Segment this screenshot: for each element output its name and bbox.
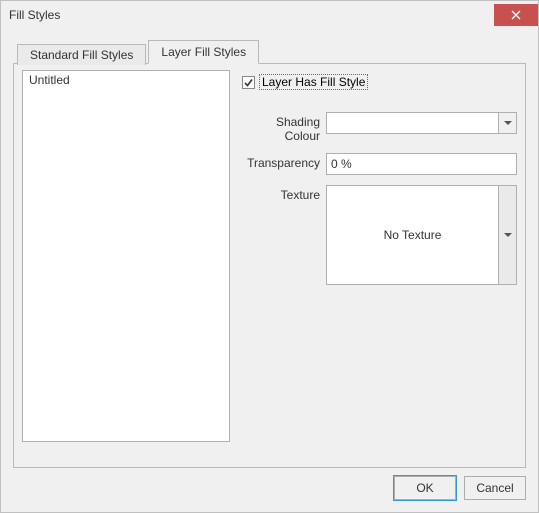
- has-fill-style-checkbox[interactable]: [242, 76, 255, 89]
- texture-preview-text: No Texture: [384, 228, 442, 242]
- chevron-down-icon: [504, 233, 512, 237]
- tab-layer-fill-styles[interactable]: Layer Fill Styles: [148, 40, 259, 64]
- list-item[interactable]: Untitled: [27, 73, 225, 87]
- shading-colour-label: Shading Colour: [240, 112, 326, 143]
- close-icon: [511, 10, 521, 20]
- dialog-buttons: OK Cancel: [13, 468, 526, 500]
- shading-colour-row: Shading Colour: [240, 112, 517, 143]
- shading-colour-dropdown-button[interactable]: [498, 113, 516, 133]
- styles-listbox[interactable]: Untitled: [22, 70, 230, 442]
- close-button[interactable]: [494, 4, 538, 26]
- tabstrip: Standard Fill Styles Layer Fill Styles: [17, 39, 526, 63]
- tab-label: Layer Fill Styles: [161, 45, 246, 59]
- button-label: Cancel: [476, 481, 513, 495]
- has-fill-style-label: Layer Has Fill Style: [259, 74, 368, 90]
- cancel-button[interactable]: Cancel: [464, 476, 526, 500]
- chevron-down-icon: [504, 121, 512, 125]
- tab-label: Standard Fill Styles: [30, 48, 133, 62]
- transparency-input[interactable]: [326, 153, 517, 175]
- dialog-window: Fill Styles Standard Fill Styles Layer F…: [0, 0, 539, 513]
- checkmark-icon: [243, 77, 254, 88]
- ok-button[interactable]: OK: [394, 476, 456, 500]
- dialog-content: Standard Fill Styles Layer Fill Styles U…: [1, 29, 538, 512]
- texture-dropdown-button[interactable]: [498, 186, 516, 284]
- button-label: OK: [416, 481, 433, 495]
- shading-colour-input[interactable]: [327, 113, 498, 133]
- tab-standard-fill-styles[interactable]: Standard Fill Styles: [17, 44, 146, 65]
- texture-label: Texture: [240, 185, 326, 202]
- transparency-row: Transparency: [240, 153, 517, 175]
- texture-row: Texture No Texture: [240, 185, 517, 285]
- titlebar: Fill Styles: [1, 1, 538, 29]
- dialog-title: Fill Styles: [9, 8, 60, 22]
- transparency-label: Transparency: [240, 153, 326, 170]
- properties-pane: Layer Has Fill Style Shading Colour: [240, 70, 517, 459]
- has-fill-style-row: Layer Has Fill Style: [242, 74, 517, 90]
- shading-colour-dropdown[interactable]: [326, 112, 517, 134]
- texture-picker[interactable]: No Texture: [326, 185, 517, 285]
- texture-preview: No Texture: [327, 186, 498, 284]
- tab-panel: Untitled Layer Has Fill Style Shading Co…: [13, 63, 526, 468]
